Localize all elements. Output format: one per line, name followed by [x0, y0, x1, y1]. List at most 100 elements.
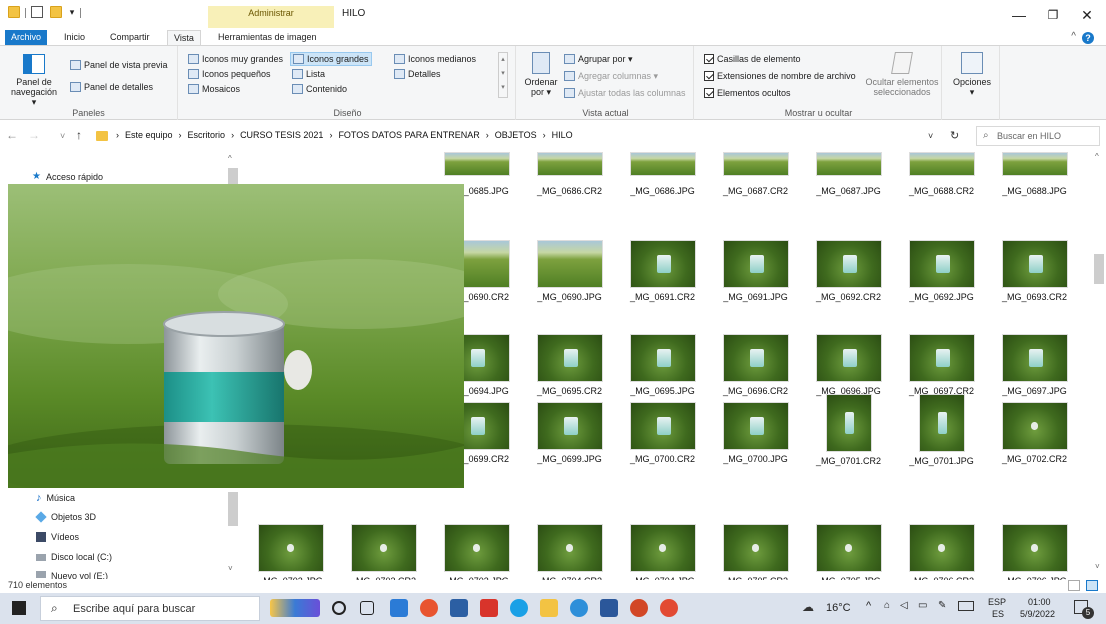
- file-item[interactable]: _MG_0703.CR2: [337, 508, 430, 580]
- recent-chevron-icon[interactable]: ˅: [60, 131, 65, 141]
- breadcrumb-item[interactable]: CURSO TESIS 2021: [240, 130, 323, 140]
- nav-videos[interactable]: Vídeos: [36, 532, 79, 542]
- nav-music[interactable]: ♪ Música: [36, 492, 75, 504]
- keyboard-icon[interactable]: [958, 601, 974, 611]
- minimize-button[interactable]: —: [1004, 4, 1034, 26]
- list-option[interactable]: Lista: [290, 67, 327, 81]
- store-icon[interactable]: [390, 599, 408, 617]
- hidden-items-toggle[interactable]: Elementos ocultos: [702, 86, 793, 100]
- file-item[interactable]: _MG_0706.CR2: [895, 508, 988, 580]
- tiles-option[interactable]: Mosaicos: [186, 82, 242, 96]
- details-pane-button[interactable]: Panel de detalles: [68, 80, 155, 94]
- pen-icon[interactable]: ✎: [938, 600, 946, 611]
- file-item[interactable]: _MG_0704.JPG: [616, 508, 709, 580]
- file-item[interactable]: _MG_0692.JPG: [895, 224, 988, 317]
- breadcrumb-item[interactable]: Escritorio: [188, 130, 226, 140]
- tab-herramientas-imagen[interactable]: Herramientas de imagen: [212, 30, 323, 45]
- chevron-up-icon[interactable]: ^: [866, 600, 871, 612]
- small-icons-option[interactable]: Iconos pequeños: [186, 67, 273, 81]
- maximize-button[interactable]: ❐: [1038, 4, 1068, 26]
- mail-icon[interactable]: [450, 599, 468, 617]
- language-code[interactable]: ESP: [988, 597, 1006, 607]
- breadcrumb-item[interactable]: Este equipo: [125, 130, 173, 140]
- scroll-down-icon[interactable]: ˅: [228, 564, 233, 573]
- file-item[interactable]: _MG_0701.JPG: [895, 386, 988, 479]
- back-arrow-icon[interactable]: ←: [6, 128, 18, 142]
- cortana-icon[interactable]: [332, 601, 346, 615]
- file-item[interactable]: _MG_0692.CR2: [802, 224, 895, 317]
- clock-time[interactable]: 01:00: [1028, 597, 1051, 607]
- address-dropdown-icon[interactable]: ˅: [928, 131, 933, 141]
- close-button[interactable]: ✕: [1072, 4, 1102, 26]
- file-item[interactable]: _MG_0690.JPG: [523, 224, 616, 317]
- nav-objects3d[interactable]: Objetos 3D: [35, 511, 96, 523]
- powerpoint-icon[interactable]: [630, 599, 648, 617]
- large-icons-view-icon[interactable]: [1086, 580, 1098, 591]
- scroll-down-icon[interactable]: ˅: [1095, 562, 1100, 571]
- tab-archivo[interactable]: Archivo: [5, 30, 48, 45]
- file-item[interactable]: _MG_0704.CR2: [523, 508, 616, 580]
- content-option[interactable]: Contenido: [290, 82, 349, 96]
- file-item[interactable]: _MG_0706.JPG: [988, 508, 1081, 580]
- word-icon[interactable]: [600, 599, 618, 617]
- forward-arrow-icon[interactable]: →: [28, 128, 40, 142]
- nav-pane-button[interactable]: Panel de navegación ▾: [8, 54, 60, 107]
- medium-icons-option[interactable]: Iconos medianos: [392, 52, 478, 66]
- options-button[interactable]: Opciones ▾: [948, 52, 996, 97]
- preview-pane-button[interactable]: Panel de vista previa: [68, 58, 170, 72]
- fit-columns-button[interactable]: Ajustar todas las columnas: [562, 86, 688, 100]
- group-by-button[interactable]: Agrupar por ▾: [562, 52, 635, 66]
- file-item[interactable]: _MG_0705.JPG: [802, 508, 895, 580]
- breadcrumb-item[interactable]: FOTOS DATOS PARA ENTRENAR: [338, 130, 479, 140]
- nav-local-disk[interactable]: Disco local (C:): [36, 552, 112, 562]
- sort-by-button[interactable]: Ordenar por ▾: [522, 52, 560, 97]
- windows-start-icon[interactable]: [12, 601, 26, 615]
- up-arrow-icon[interactable]: ↑: [76, 128, 82, 142]
- language-sub[interactable]: ES: [992, 609, 1004, 619]
- help-icon[interactable]: ?: [1082, 32, 1094, 44]
- file-item[interactable]: _MG_0702.CR2: [988, 386, 1081, 479]
- scroll-up-icon[interactable]: ^: [228, 154, 232, 163]
- customize-qat-icon[interactable]: ▾: [66, 6, 78, 18]
- layout-gallery-scroll[interactable]: ▴ ▾ ▾: [498, 52, 508, 98]
- network-icon[interactable]: ⌂: [884, 600, 890, 611]
- details-option[interactable]: Detalles: [392, 67, 443, 81]
- file-item[interactable]: _MG_0693.CR2: [988, 224, 1081, 317]
- context-tab-administrar[interactable]: Administrar: [208, 6, 334, 28]
- chrome-second-icon[interactable]: [660, 599, 678, 617]
- file-item[interactable]: _MG_0702.JPG: [244, 508, 337, 580]
- scroll-up-icon[interactable]: ^: [1095, 152, 1099, 161]
- weather-temp[interactable]: 16°C: [826, 602, 851, 614]
- file-item[interactable]: _MG_0700.CR2: [616, 386, 709, 479]
- tab-compartir[interactable]: Compartir: [104, 30, 156, 45]
- xl-icons-option[interactable]: Iconos muy grandes: [186, 52, 285, 66]
- file-item[interactable]: _MG_0691.CR2: [616, 224, 709, 317]
- scrollbar-thumb[interactable]: [1094, 254, 1104, 284]
- nav-new-volume[interactable]: Nuevo vol (E:): [36, 571, 108, 579]
- nav-scrollbar-thumb[interactable]: [228, 492, 238, 526]
- file-scrollbar[interactable]: ^ ˅: [1092, 150, 1106, 580]
- extensions-toggle[interactable]: Extensiones de nombre de archivo: [702, 69, 858, 83]
- item-checkboxes-toggle[interactable]: Casillas de elemento: [702, 52, 803, 66]
- chrome-icon[interactable]: [420, 599, 438, 617]
- file-item[interactable]: _MG_0703.JPG: [430, 508, 523, 580]
- acrobat-icon[interactable]: [480, 599, 498, 617]
- edge-icon[interactable]: [510, 599, 528, 617]
- file-item[interactable]: _MG_0691.JPG: [709, 224, 802, 317]
- refresh-icon[interactable]: ↻: [950, 129, 959, 142]
- hide-selected-button[interactable]: Ocultar elementos seleccionados: [864, 52, 940, 97]
- details-view-icon[interactable]: [1068, 580, 1080, 591]
- breadcrumb-item[interactable]: OBJETOS: [495, 130, 537, 140]
- chevron-up-icon[interactable]: ^: [1071, 31, 1076, 42]
- tab-vista[interactable]: Vista: [167, 30, 201, 45]
- add-columns-button[interactable]: Agregar columnas ▾: [562, 69, 660, 83]
- chrome-profile-icon[interactable]: [570, 599, 588, 617]
- file-item[interactable]: _MG_0699.JPG: [523, 386, 616, 479]
- new-folder-icon[interactable]: [50, 6, 62, 18]
- file-item[interactable]: _MG_0701.CR2: [802, 386, 895, 479]
- nav-scrollbar-thumb[interactable]: [228, 168, 238, 184]
- volume-icon[interactable]: ◁: [900, 600, 908, 611]
- file-item[interactable]: _MG_0700.JPG: [709, 386, 802, 479]
- nav-quick-access[interactable]: ★ Acceso rápido: [32, 171, 103, 182]
- tab-inicio[interactable]: Inicio: [58, 30, 91, 45]
